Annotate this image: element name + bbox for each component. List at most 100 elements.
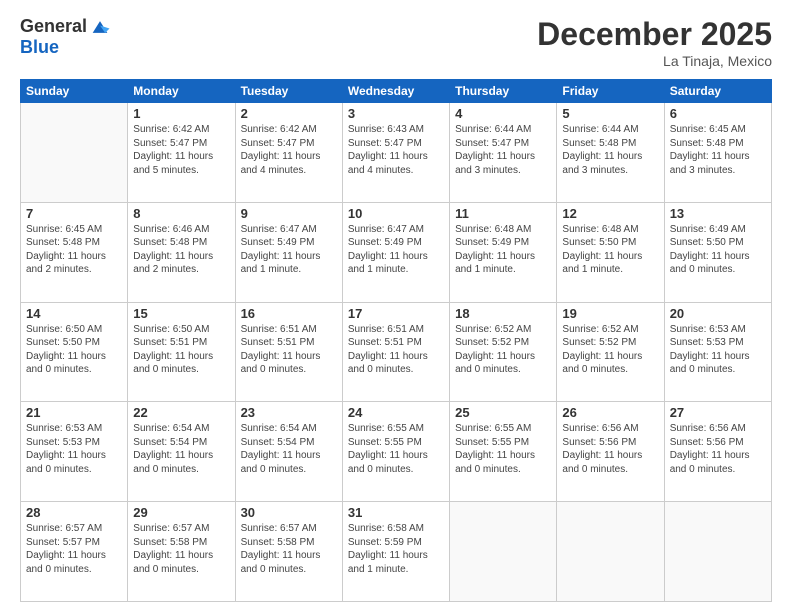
calendar-cell: 6Sunrise: 6:45 AM Sunset: 5:48 PM Daylig… xyxy=(664,103,771,203)
day-number: 31 xyxy=(348,505,444,520)
calendar-body: 1 Sunrise: 6:42 AM Sunset: 5:47 PM Daylig… xyxy=(21,103,772,602)
cell-content: Sunrise: 6:51 AM Sunset: 5:51 PM Dayligh… xyxy=(348,323,444,377)
day-number: 29 xyxy=(133,505,229,520)
week-row-3: 21Sunrise: 6:53 AM Sunset: 5:53 PM Dayli… xyxy=(21,402,772,502)
day-number: 30 xyxy=(241,505,337,520)
calendar-cell: 19 Sunrise: 6:52 AM Sunset: 5:52 PM Dayli… xyxy=(557,302,664,402)
calendar-cell xyxy=(557,502,664,602)
day-number: 4 xyxy=(455,106,551,121)
logo: General Blue xyxy=(20,16,111,58)
calendar-cell: 1 Sunrise: 6:42 AM Sunset: 5:47 PM Daylig… xyxy=(128,103,235,203)
title-block: December 2025 La Tinaja, Mexico xyxy=(537,16,772,69)
calendar-cell: 26 Sunrise: 6:56 AM Sunset: 5:56 PM Dayli… xyxy=(557,402,664,502)
day-header-tuesday: Tuesday xyxy=(235,80,342,103)
calendar-cell: 28Sunrise: 6:57 AM Sunset: 5:57 PM Dayli… xyxy=(21,502,128,602)
day-number: 10 xyxy=(348,206,444,221)
cell-content: Sunrise: 6:44 AM Sunset: 5:47 PM Dayligh… xyxy=(455,123,551,177)
day-number: 25 xyxy=(455,405,551,420)
page: General Blue December 2025 La Tinaja, Me… xyxy=(0,0,792,612)
day-number: 2 xyxy=(241,106,337,121)
cell-content: Sunrise: 6:50 AM Sunset: 5:51 PM Dayligh… xyxy=(133,323,229,377)
cell-content: Sunrise: 6:42 AM Sunset: 5:47 PM Dayligh… xyxy=(133,123,229,177)
day-number: 18 xyxy=(455,306,551,321)
day-header-saturday: Saturday xyxy=(664,80,771,103)
calendar-cell: 18 Sunrise: 6:52 AM Sunset: 5:52 PM Dayli… xyxy=(450,302,557,402)
cell-content: Sunrise: 6:48 AM Sunset: 5:49 PM Dayligh… xyxy=(455,223,551,277)
calendar-cell: 20Sunrise: 6:53 AM Sunset: 5:53 PM Dayli… xyxy=(664,302,771,402)
day-number: 11 xyxy=(455,206,551,221)
cell-content: Sunrise: 6:56 AM Sunset: 5:56 PM Dayligh… xyxy=(562,422,658,476)
calendar-cell: 22Sunrise: 6:54 AM Sunset: 5:54 PM Dayli… xyxy=(128,402,235,502)
logo-general-text: General xyxy=(20,17,87,37)
calendar-cell: 25 Sunrise: 6:55 AM Sunset: 5:55 PM Dayli… xyxy=(450,402,557,502)
day-number: 17 xyxy=(348,306,444,321)
cell-content: Sunrise: 6:52 AM Sunset: 5:52 PM Dayligh… xyxy=(562,323,658,377)
day-number: 23 xyxy=(241,405,337,420)
cell-content: Sunrise: 6:49 AM Sunset: 5:50 PM Dayligh… xyxy=(670,223,766,277)
day-header-sunday: Sunday xyxy=(21,80,128,103)
header-row: SundayMondayTuesdayWednesdayThursdayFrid… xyxy=(21,80,772,103)
cell-content: Sunrise: 6:56 AM Sunset: 5:56 PM Dayligh… xyxy=(670,422,766,476)
calendar-cell: 27Sunrise: 6:56 AM Sunset: 5:56 PM Dayli… xyxy=(664,402,771,502)
calendar-cell: 13 Sunrise: 6:49 AM Sunset: 5:50 PM Dayli… xyxy=(664,202,771,302)
day-number: 14 xyxy=(26,306,122,321)
calendar-cell: 4 Sunrise: 6:44 AM Sunset: 5:47 PM Daylig… xyxy=(450,103,557,203)
day-number: 8 xyxy=(133,206,229,221)
cell-content: Sunrise: 6:51 AM Sunset: 5:51 PM Dayligh… xyxy=(241,323,337,377)
cell-content: Sunrise: 6:45 AM Sunset: 5:48 PM Dayligh… xyxy=(670,123,766,177)
day-number: 16 xyxy=(241,306,337,321)
week-row-2: 14 Sunrise: 6:50 AM Sunset: 5:50 PM Dayli… xyxy=(21,302,772,402)
cell-content: Sunrise: 6:52 AM Sunset: 5:52 PM Dayligh… xyxy=(455,323,551,377)
cell-content: Sunrise: 6:50 AM Sunset: 5:50 PM Dayligh… xyxy=(26,323,122,377)
cell-content: Sunrise: 6:57 AM Sunset: 5:58 PM Dayligh… xyxy=(241,522,337,576)
calendar-header: SundayMondayTuesdayWednesdayThursdayFrid… xyxy=(21,80,772,103)
day-number: 5 xyxy=(562,106,658,121)
calendar-cell: 5 Sunrise: 6:44 AM Sunset: 5:48 PM Daylig… xyxy=(557,103,664,203)
day-number: 15 xyxy=(133,306,229,321)
header: General Blue December 2025 La Tinaja, Me… xyxy=(20,16,772,69)
week-row-4: 28Sunrise: 6:57 AM Sunset: 5:57 PM Dayli… xyxy=(21,502,772,602)
logo-blue-text: Blue xyxy=(20,38,59,58)
day-number: 19 xyxy=(562,306,658,321)
calendar-cell: 12Sunrise: 6:48 AM Sunset: 5:50 PM Dayli… xyxy=(557,202,664,302)
week-row-0: 1 Sunrise: 6:42 AM Sunset: 5:47 PM Daylig… xyxy=(21,103,772,203)
day-number: 13 xyxy=(670,206,766,221)
cell-content: Sunrise: 6:57 AM Sunset: 5:58 PM Dayligh… xyxy=(133,522,229,576)
day-number: 3 xyxy=(348,106,444,121)
cell-content: Sunrise: 6:47 AM Sunset: 5:49 PM Dayligh… xyxy=(241,223,337,277)
day-header-thursday: Thursday xyxy=(450,80,557,103)
calendar-cell: 2 Sunrise: 6:42 AM Sunset: 5:47 PM Daylig… xyxy=(235,103,342,203)
day-number: 1 xyxy=(133,106,229,121)
calendar-cell: 17 Sunrise: 6:51 AM Sunset: 5:51 PM Dayli… xyxy=(342,302,449,402)
day-number: 9 xyxy=(241,206,337,221)
cell-content: Sunrise: 6:42 AM Sunset: 5:47 PM Dayligh… xyxy=(241,123,337,177)
calendar-cell: 15 Sunrise: 6:50 AM Sunset: 5:51 PM Dayli… xyxy=(128,302,235,402)
cell-content: Sunrise: 6:53 AM Sunset: 5:53 PM Dayligh… xyxy=(26,422,122,476)
week-row-1: 7Sunrise: 6:45 AM Sunset: 5:48 PM Daylig… xyxy=(21,202,772,302)
cell-content: Sunrise: 6:46 AM Sunset: 5:48 PM Dayligh… xyxy=(133,223,229,277)
day-number: 20 xyxy=(670,306,766,321)
day-header-monday: Monday xyxy=(128,80,235,103)
calendar-cell: 10 Sunrise: 6:47 AM Sunset: 5:49 PM Dayli… xyxy=(342,202,449,302)
month-title: December 2025 xyxy=(537,16,772,53)
calendar-table: SundayMondayTuesdayWednesdayThursdayFrid… xyxy=(20,79,772,602)
day-number: 24 xyxy=(348,405,444,420)
calendar-cell: 30 Sunrise: 6:57 AM Sunset: 5:58 PM Dayli… xyxy=(235,502,342,602)
cell-content: Sunrise: 6:43 AM Sunset: 5:47 PM Dayligh… xyxy=(348,123,444,177)
cell-content: Sunrise: 6:55 AM Sunset: 5:55 PM Dayligh… xyxy=(455,422,551,476)
day-number: 26 xyxy=(562,405,658,420)
day-number: 12 xyxy=(562,206,658,221)
cell-content: Sunrise: 6:58 AM Sunset: 5:59 PM Dayligh… xyxy=(348,522,444,576)
calendar-cell: 16 Sunrise: 6:51 AM Sunset: 5:51 PM Dayli… xyxy=(235,302,342,402)
calendar-cell xyxy=(664,502,771,602)
calendar-cell: 29 Sunrise: 6:57 AM Sunset: 5:58 PM Dayli… xyxy=(128,502,235,602)
calendar-cell: 24Sunrise: 6:55 AM Sunset: 5:55 PM Dayli… xyxy=(342,402,449,502)
calendar-cell: 9 Sunrise: 6:47 AM Sunset: 5:49 PM Daylig… xyxy=(235,202,342,302)
cell-content: Sunrise: 6:54 AM Sunset: 5:54 PM Dayligh… xyxy=(133,422,229,476)
cell-content: Sunrise: 6:47 AM Sunset: 5:49 PM Dayligh… xyxy=(348,223,444,277)
calendar-cell: 23Sunrise: 6:54 AM Sunset: 5:54 PM Dayli… xyxy=(235,402,342,502)
calendar-cell: 8 Sunrise: 6:46 AM Sunset: 5:48 PM Daylig… xyxy=(128,202,235,302)
cell-content: Sunrise: 6:44 AM Sunset: 5:48 PM Dayligh… xyxy=(562,123,658,177)
calendar-cell: 21Sunrise: 6:53 AM Sunset: 5:53 PM Dayli… xyxy=(21,402,128,502)
day-number: 28 xyxy=(26,505,122,520)
